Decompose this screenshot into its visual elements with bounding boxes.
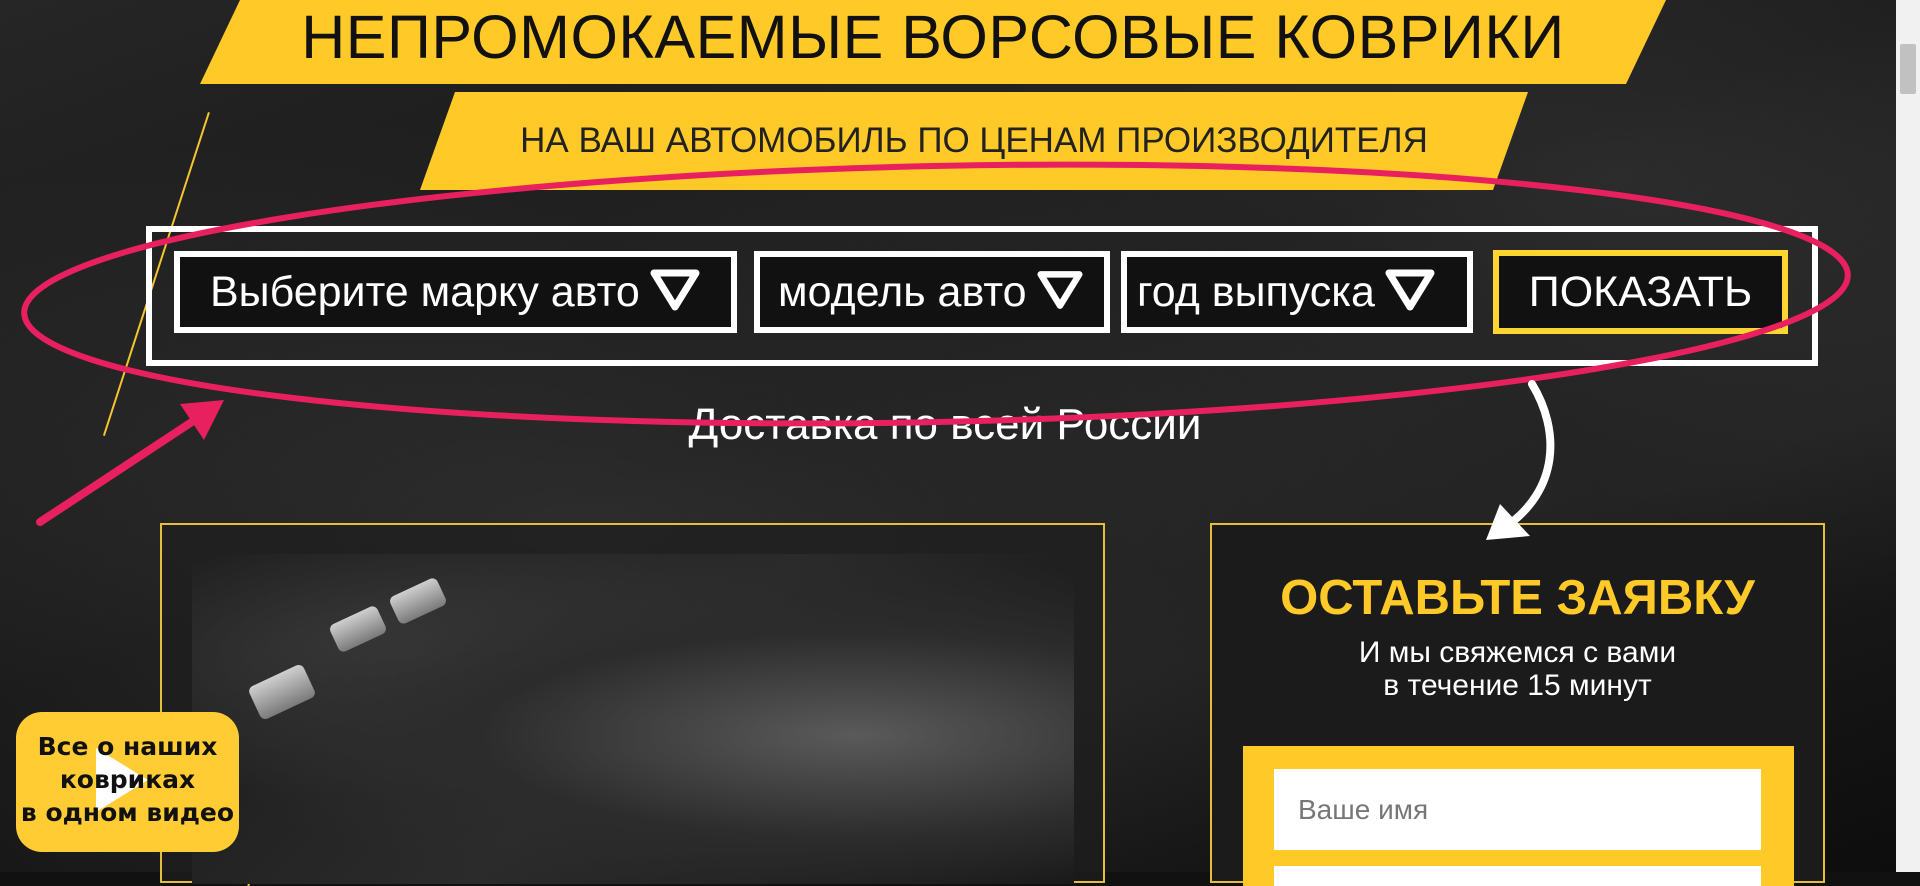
annotation-ellipse — [21, 161, 1851, 427]
annotation-arrow-head — [180, 400, 224, 440]
scrollbar[interactable] — [1896, 0, 1920, 872]
scrollbar-thumb[interactable] — [1900, 44, 1916, 94]
annotation-overlay — [21, 161, 1851, 540]
curved-arrow-line — [1500, 380, 1555, 532]
annotation-arrow-line — [36, 406, 214, 526]
